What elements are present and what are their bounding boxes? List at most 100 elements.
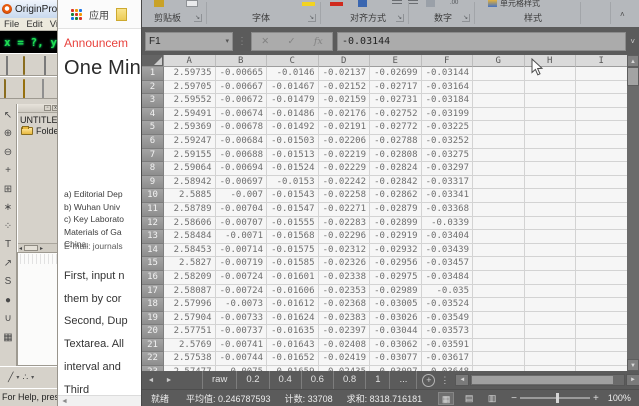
cell-C13[interactable]: -0.01568 (267, 230, 319, 244)
cell-B19[interactable]: -0.00733 (216, 312, 268, 326)
cell-F20[interactable]: -0.03573 (422, 325, 474, 339)
cell-I7[interactable] (576, 149, 627, 163)
cell-C8[interactable]: -0.01524 (267, 162, 319, 176)
cell-I14[interactable] (576, 244, 627, 258)
cell-D11[interactable]: -0.02271 (319, 203, 371, 217)
column-header-C[interactable]: C (267, 55, 319, 67)
cell-D8[interactable]: -0.02229 (319, 162, 371, 176)
cell-B5[interactable]: -0.00678 (216, 121, 268, 135)
cell-E9[interactable]: -0.02842 (370, 176, 422, 190)
cell-E1[interactable]: -0.02699 (370, 67, 422, 81)
cell-H2[interactable] (525, 81, 577, 95)
row-header-15[interactable]: 15 (142, 257, 164, 271)
sheet-tab-...[interactable]: ... (390, 371, 417, 389)
cancel-icon[interactable]: ✕ (261, 36, 269, 47)
menu-item-edit[interactable]: Edit (26, 19, 42, 30)
cell-B7[interactable]: -0.00688 (216, 149, 268, 163)
cell-G22[interactable] (473, 352, 525, 366)
cell-D22[interactable]: -0.02419 (319, 352, 371, 366)
row-header-21[interactable]: 21 (142, 339, 164, 353)
cell-A11[interactable]: 2.58789 (164, 203, 216, 217)
text-tool-icon[interactable]: T (1, 236, 16, 255)
row-header-7[interactable]: 7 (142, 149, 164, 163)
cell-F3[interactable]: -0.03184 (422, 94, 474, 108)
browser-horizontal-scrollbar[interactable]: ◄ (58, 395, 141, 406)
scroll-down-icon[interactable]: ▼ (627, 359, 639, 371)
cell-A17[interactable]: 2.58087 (164, 285, 216, 299)
cell-E12[interactable]: -0.02899 (370, 217, 422, 231)
cell-H3[interactable] (525, 94, 577, 108)
align-left-icon[interactable] (392, 0, 402, 6)
cell-E5[interactable]: -0.02772 (370, 121, 422, 135)
cell-A8[interactable]: 2.59064 (164, 162, 216, 176)
cell-G15[interactable] (473, 257, 525, 271)
row-header-22[interactable]: 22 (142, 352, 164, 366)
cell-E19[interactable]: -0.03026 (370, 312, 422, 326)
cell-H9[interactable] (525, 176, 577, 190)
row-header-9[interactable]: 9 (142, 176, 164, 190)
cell-A1[interactable]: 2.59735 (164, 67, 216, 81)
column-header-A[interactable]: A (164, 55, 216, 67)
select-all-corner[interactable] (142, 55, 164, 67)
cell-C20[interactable]: -0.01635 (267, 325, 319, 339)
cell-A13[interactable]: 2.58484 (164, 230, 216, 244)
note-bookmark-icon[interactable] (116, 8, 127, 21)
cell-E4[interactable]: -0.02752 (370, 108, 422, 122)
cell-D2[interactable]: -0.02152 (319, 81, 371, 95)
row-header-14[interactable]: 14 (142, 244, 164, 258)
cell-G18[interactable] (473, 298, 525, 312)
row-header-16[interactable]: 16 (142, 271, 164, 285)
cell-B11[interactable]: -0.00704 (216, 203, 268, 217)
format-painter-icon[interactable] (154, 0, 164, 7)
cell-C18[interactable]: -0.01612 (267, 298, 319, 312)
cell-D15[interactable]: -0.02326 (319, 257, 371, 271)
row-header-4[interactable]: 4 (142, 108, 164, 122)
cell-I18[interactable] (576, 298, 627, 312)
explorer-scroll-left-icon[interactable]: ◂ (19, 245, 22, 252)
cell-E10[interactable]: -0.02862 (370, 189, 422, 203)
cell-C19[interactable]: -0.01624 (267, 312, 319, 326)
sheet-tab-0.6[interactable]: 0.6 (302, 371, 334, 389)
cell-F15[interactable]: -0.03457 (422, 257, 474, 271)
cell-E18[interactable]: -0.03005 (370, 298, 422, 312)
originpro-titlebar[interactable]: OriginPro 8. (0, 0, 60, 18)
cell-H16[interactable] (525, 271, 577, 285)
cell-H22[interactable] (525, 352, 577, 366)
cell-I1[interactable] (576, 67, 627, 81)
cell-G6[interactable] (473, 135, 525, 149)
cell-C2[interactable]: -0.01467 (267, 81, 319, 95)
cell-G1[interactable] (473, 67, 525, 81)
cell-H11[interactable] (525, 203, 577, 217)
cell-I10[interactable] (576, 189, 627, 203)
cell-F12[interactable]: -0.0339 (422, 217, 474, 231)
paste-icon[interactable] (186, 0, 198, 7)
cell-G19[interactable] (473, 312, 525, 326)
cell-E8[interactable]: -0.02824 (370, 162, 422, 176)
cell-H17[interactable] (525, 285, 577, 299)
zoom-out-icon[interactable]: − (508, 393, 520, 404)
cell-G17[interactable] (473, 285, 525, 299)
cell-E6[interactable]: -0.02788 (370, 135, 422, 149)
scroll-up-icon[interactable]: ▲ (627, 55, 639, 67)
hscroll-right-icon[interactable]: ► (626, 374, 639, 386)
line-plot-dropdown-icon[interactable]: ▾ (16, 374, 19, 381)
edit-pen-icon[interactable] (4, 80, 19, 95)
cell-I11[interactable] (576, 203, 627, 217)
cell-E3[interactable]: -0.02731 (370, 94, 422, 108)
cell-G8[interactable] (473, 162, 525, 176)
cell-E7[interactable]: -0.02808 (370, 149, 422, 163)
cell-B14[interactable]: -0.00714 (216, 244, 268, 258)
line-plot-icon[interactable]: ╱ (8, 372, 13, 383)
open-project-icon[interactable] (23, 57, 38, 72)
cell-D20[interactable]: -0.02397 (319, 325, 371, 339)
cell-G16[interactable] (473, 271, 525, 285)
cell-A7[interactable]: 2.59155 (164, 149, 216, 163)
cell-D17[interactable]: -0.02353 (319, 285, 371, 299)
cell-G14[interactable] (473, 244, 525, 258)
cell-I8[interactable] (576, 162, 627, 176)
cell-D4[interactable]: -0.02176 (319, 108, 371, 122)
normal-view-icon[interactable]: ▦ (438, 392, 454, 405)
cell-B1[interactable]: -0.00665 (216, 67, 268, 81)
save-project-icon[interactable] (42, 57, 57, 72)
row-header-11[interactable]: 11 (142, 203, 164, 217)
